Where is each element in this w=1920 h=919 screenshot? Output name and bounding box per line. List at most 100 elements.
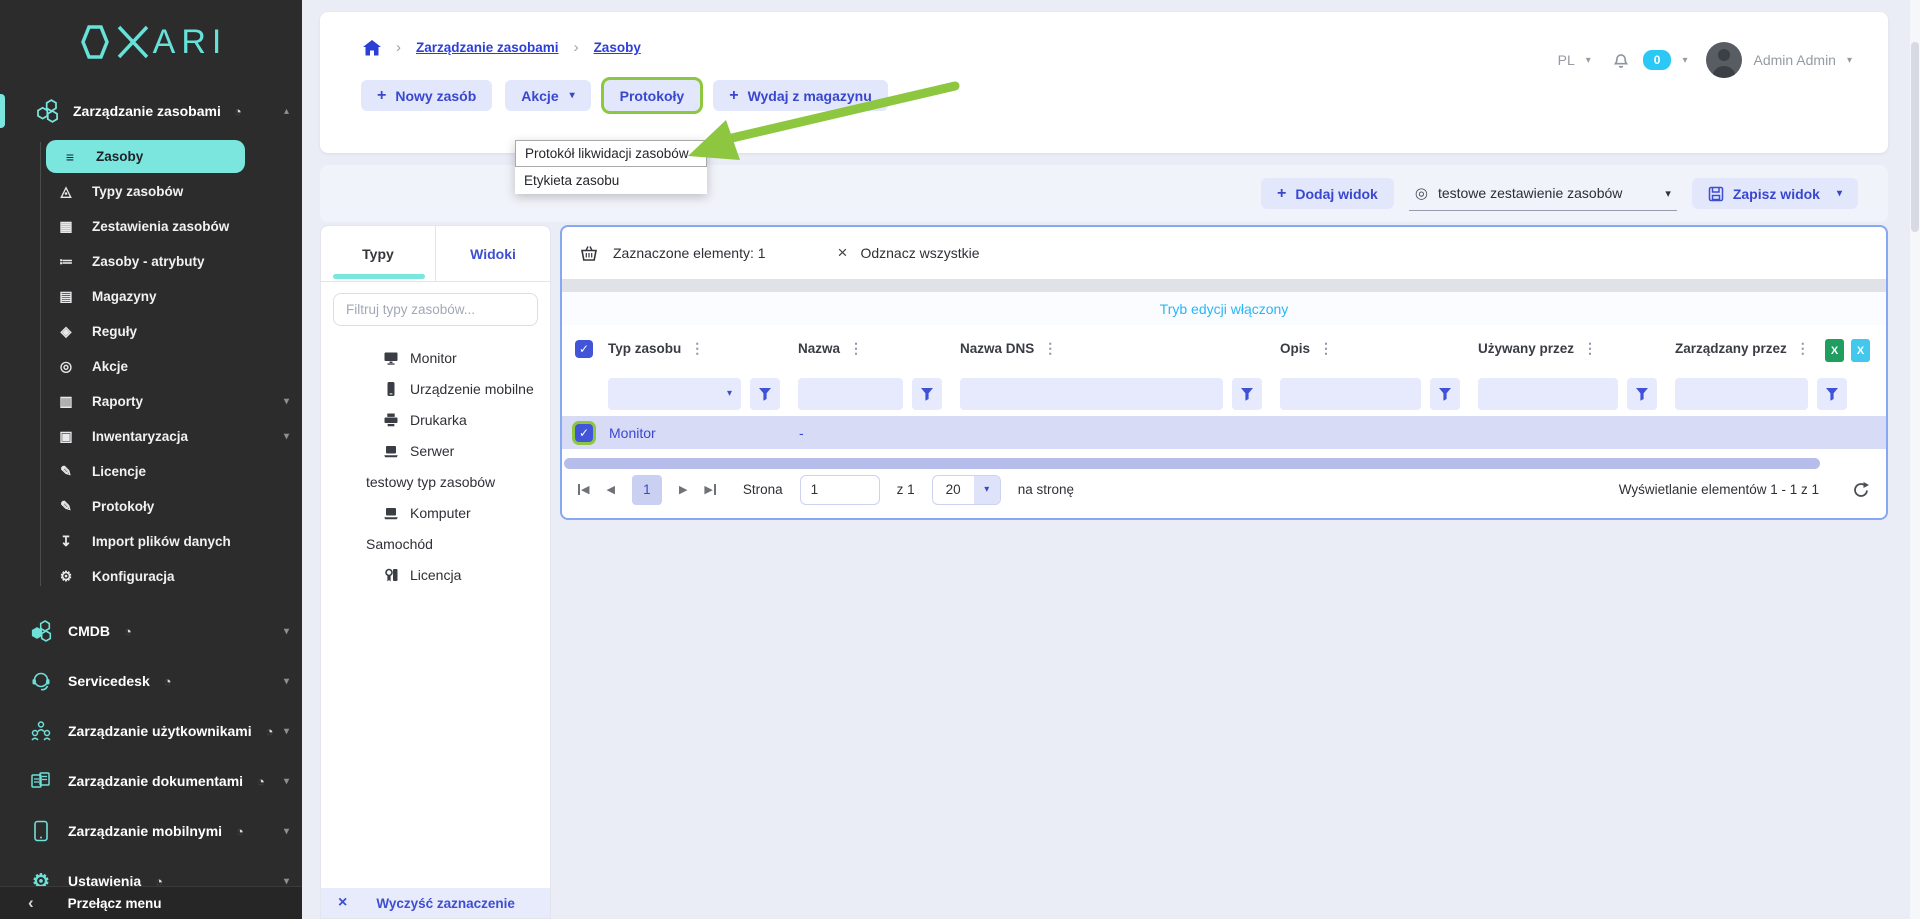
export-xlsx-icon[interactable]: X [1825,339,1844,362]
sidebar-item-akcje[interactable]: ◎ Akcje [0,349,302,384]
sidebar-item-typy-zasobow[interactable]: ◬ Typy zasobów [0,174,302,209]
user-name[interactable]: Admin Admin [1753,52,1835,68]
sidebar-module-zarzadzanie-dokumentami[interactable]: Zarządzanie dokumentami ◔ ▾ [0,756,302,806]
last-page-bar [714,484,716,495]
sidebar-item-raporty[interactable]: ▥ Raporty ▾ [0,384,302,419]
sidebar-item-licencje[interactable]: ✎ Licencje [0,454,302,489]
last-page-button[interactable]: ▶ [704,483,715,496]
page-number-input[interactable] [800,475,880,505]
sidebar-item-magazyny[interactable]: ▤ Magazyny [0,279,302,314]
view-select[interactable]: ◎ testowe zestawienie zasobów ▾ [1409,177,1677,211]
menu-item-etykieta-zasobu[interactable]: Etykieta zasobu [515,167,707,194]
home-icon[interactable] [363,40,381,56]
cell-typ-zasobu[interactable]: Monitor [602,425,792,441]
tab-typy[interactable]: Typy [321,226,435,281]
sidebar-module-zarzadzanie-mobilnymi[interactable]: Zarządzanie mobilnymi ◔ ▾ [0,806,302,856]
chevron-down-icon: ▾ [284,676,289,687]
type-filter-input[interactable] [333,293,538,326]
tree-item-drukarka[interactable]: Drukarka [321,404,550,435]
select-all-checkbox[interactable]: ✓ [575,340,593,358]
filter-input-nazwa-dns[interactable] [960,378,1223,410]
tree-item-komputer[interactable]: Komputer [321,497,550,528]
column-menu-icon[interactable]: ⋮ [1796,340,1810,357]
report-icon: ▥ [57,393,75,410]
issue-from-warehouse-button[interactable]: + Wydaj z magazynu [713,80,888,111]
language-selector[interactable]: PL [1558,52,1575,68]
sidebar-item-zasoby[interactable]: ≡ Zasoby [46,140,245,173]
page-size-select[interactable]: 20 ▾ [932,475,1001,505]
sidebar-item-zestawienia-zasobow[interactable]: ▦ Zestawienia zasobów [0,209,302,244]
new-asset-button[interactable]: + Nowy zasób [361,80,492,111]
edit-mode-banner[interactable]: Tryb edycji włączony [562,292,1886,325]
sidebar-item-protokoly[interactable]: ✎ Protokoły [0,489,302,524]
row-checkbox[interactable]: ✓ [575,424,593,442]
column-menu-icon[interactable]: ⋮ [1319,340,1333,357]
sidebar-item-konfiguracja[interactable]: ⚙ Konfiguracja [0,559,302,594]
avatar[interactable] [1706,42,1742,78]
breadcrumb-link-zasoby[interactable]: Zasoby [594,40,641,55]
sidebar-module-cmdb[interactable]: CMDB ◔ ▾ [0,606,302,656]
export-buttons: X X [1825,339,1870,362]
next-page-button[interactable]: ▶ [679,483,687,496]
bell-icon[interactable] [1610,49,1632,71]
actions-button[interactable]: Akcje ▾ [505,80,590,111]
cell-nazwa[interactable]: - [792,425,954,441]
filter-input-nazwa[interactable] [798,378,903,410]
toggle-menu-label: Przełącz menu [68,896,162,911]
tree-item-testowy-typ-zasobow[interactable]: testowy typ zasobów [321,466,550,497]
tree-item-samochod[interactable]: Samochód [321,528,550,559]
chevron-down-icon[interactable]: ▾ [727,388,732,399]
scrollbar-thumb[interactable] [564,458,1820,469]
first-page-button[interactable]: ◀ [578,483,589,496]
module-label: Zarządzanie zasobami [73,103,221,119]
sidebar-item-inwentaryzacja[interactable]: ▣ Inwentaryzacja ▾ [0,419,302,454]
tree-item-licencja[interactable]: Licencja [321,559,550,590]
deselect-all-button[interactable]: Odznacz wszystkie [860,245,979,261]
tab-widoki[interactable]: Widoki [435,226,550,281]
menu-item-protokol-likwidacji-zasobow[interactable]: Protokół likwidacji zasobów [515,140,707,167]
chevron-down-icon: ▾ [284,396,289,407]
column-menu-icon[interactable]: ⋮ [690,340,704,357]
breadcrumb-link-zarzadzanie-zasobami[interactable]: Zarządzanie zasobami [416,40,559,55]
close-icon[interactable]: × [838,243,848,263]
filter-input-uzywany-przez[interactable] [1478,378,1618,410]
filter-button-nazwa-dns[interactable] [1232,378,1262,410]
column-menu-icon[interactable]: ⋮ [849,340,863,357]
filter-input-opis[interactable] [1280,378,1421,410]
column-menu-icon[interactable]: ⋮ [1583,340,1597,357]
column-menu-icon[interactable]: ⋮ [1043,340,1057,357]
filter-button-nazwa[interactable] [912,378,942,410]
toggle-menu-button[interactable]: ‹ Przełącz menu [0,886,302,919]
export-csv-icon[interactable]: X [1851,339,1870,362]
sidebar-item-import-plikow-danych[interactable]: ↧ Import plików danych [0,524,302,559]
tree-item-urzadzenie-mobilne[interactable]: Urządzenie mobilne [321,373,550,404]
table-row[interactable]: ✓ Monitor - [562,416,1886,449]
sidebar-item-zasoby-atrybuty[interactable]: ≔ Zasoby - atrybuty [0,244,302,279]
filter-input-typ-zasobu[interactable] [608,378,741,410]
module-label: Zarządzanie dokumentami [68,773,243,789]
sidebar-item-reguly[interactable]: ◈ Reguły [0,314,302,349]
page-scrollbar-thumb[interactable] [1911,42,1919,232]
sidebar-module-zarzadzanie-zasobami[interactable]: Zarządzanie zasobami ◔ ▴ [0,92,302,130]
save-view-button[interactable]: Zapisz widok ▾ [1692,178,1858,209]
notification-badge[interactable]: 0 [1643,50,1672,70]
target-icon: ◎ [57,358,75,375]
refresh-icon[interactable] [1852,481,1870,499]
basket-icon [580,245,598,262]
tree-item-monitor[interactable]: Monitor [321,342,550,373]
current-page-button[interactable]: 1 [632,475,662,505]
sidebar-item-label: Magazyny [92,289,157,304]
tree-item-serwer[interactable]: Serwer [321,435,550,466]
filter-button-zarzadzany-przez[interactable] [1817,378,1847,410]
filter-button-opis[interactable] [1430,378,1460,410]
filter-button-uzywany-przez[interactable] [1627,378,1657,410]
horizontal-scrollbar-top[interactable] [562,279,1886,292]
add-view-button[interactable]: + Dodaj widok [1261,178,1394,209]
filter-input-zarzadzany-przez[interactable] [1675,378,1808,410]
clear-selection-button[interactable]: × Wyczyść zaznaczenie [321,888,550,918]
previous-page-button[interactable]: ◀ [606,483,614,496]
sidebar-module-zarzadzanie-uzytkownikami[interactable]: Zarządzanie użytkownikami ◔ ▾ [0,706,302,756]
protocols-button[interactable]: Protokoły [604,80,701,111]
filter-button-typ-zasobu[interactable] [750,378,780,410]
sidebar-module-servicedesk[interactable]: Servicedesk ◔ ▾ [0,656,302,706]
